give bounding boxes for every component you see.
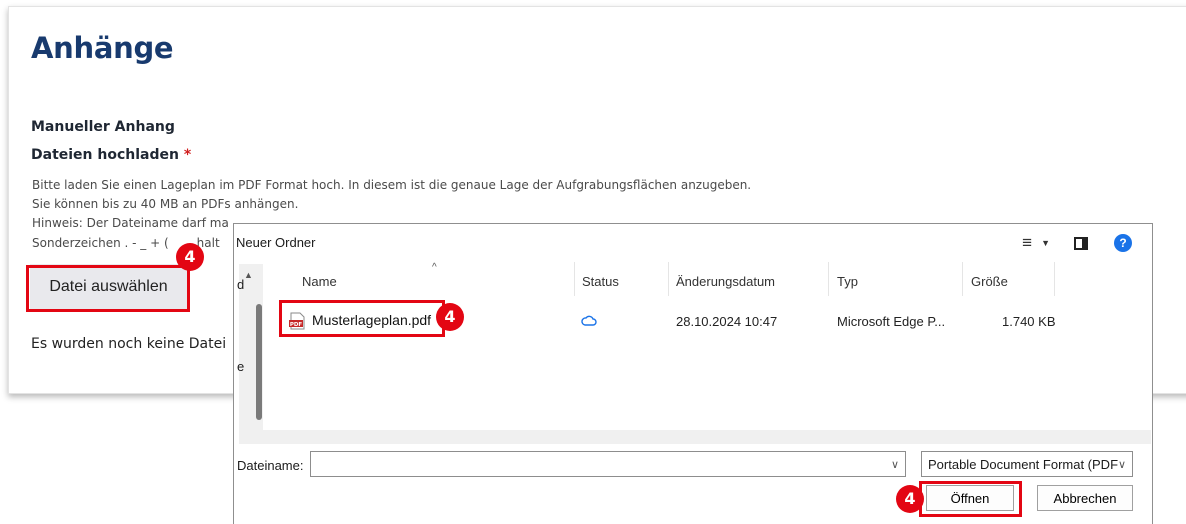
chevron-down-icon[interactable]: ▼ <box>1041 238 1050 248</box>
step-badge: 4 <box>436 303 464 331</box>
pdf-file-icon: PDF <box>289 312 305 330</box>
step-badge: 4 <box>896 485 924 513</box>
file-type-select[interactable]: Portable Document Format (PDF <box>921 451 1133 477</box>
open-button[interactable]: Öffnen <box>926 485 1014 511</box>
sort-ascending-icon: ^ <box>432 262 437 273</box>
column-header-size[interactable]: Größe <box>971 274 1008 289</box>
hint-line-1: Bitte laden Sie einen Lageplan im PDF Fo… <box>32 178 752 192</box>
scroll-up-icon[interactable]: ▲ <box>244 270 253 280</box>
svg-text:PDF: PDF <box>290 322 303 328</box>
chevron-down-icon[interactable]: ∨ <box>891 458 899 471</box>
column-divider[interactable] <box>668 262 669 296</box>
column-divider[interactable] <box>828 262 829 296</box>
filename-input[interactable] <box>310 451 906 477</box>
upload-label-text: Dateien hochladen <box>31 147 179 163</box>
folder-breadcrumb[interactable]: Neuer Ordner <box>236 235 315 250</box>
hint-line-3: Hinweis: Der Dateiname darf ma <box>32 216 229 230</box>
page-title: Anhänge <box>31 31 174 65</box>
choose-file-button[interactable]: Datei auswählen <box>30 264 187 309</box>
column-header-modified[interactable]: Änderungsdatum <box>676 274 775 289</box>
file-name-musterlageplan[interactable]: Musterlageplan.pdf <box>312 312 431 328</box>
column-divider[interactable] <box>962 262 963 296</box>
filename-label: Dateiname: <box>237 458 304 473</box>
upload-label: Dateien hochladen * <box>31 147 191 163</box>
file-type: Microsoft Edge P... <box>837 314 946 329</box>
nav-item-clipped-1[interactable]: d <box>237 277 244 292</box>
step-badge: 4 <box>176 243 204 271</box>
file-modified: 28.10.2024 10:47 <box>676 314 778 329</box>
column-divider[interactable] <box>574 262 575 296</box>
column-divider[interactable] <box>1054 262 1055 296</box>
file-size: 1.740 KB <box>1002 314 1056 329</box>
column-header-status[interactable]: Status <box>582 274 619 289</box>
column-header-type[interactable]: Typ <box>837 274 858 289</box>
horizontal-scrollbar[interactable] <box>239 430 1151 444</box>
dialog-toolbar: ≡ ▼ ? <box>1017 233 1132 253</box>
preview-pane-icon[interactable] <box>1074 236 1088 250</box>
help-icon[interactable]: ? <box>1114 234 1132 252</box>
scroll-thumb[interactable] <box>256 304 262 420</box>
no-files-text: Es wurden noch keine Datei <box>31 336 227 352</box>
hint-line-4-text: Sonderzeichen . - _ + ( <box>32 236 169 250</box>
column-header-name[interactable]: Name <box>302 274 337 289</box>
file-open-dialog: Neuer Ordner ≡ ▼ ? ▲ d e ^ Name Status Ä… <box>233 223 1153 524</box>
chevron-down-icon[interactable]: ∨ <box>1118 458 1126 471</box>
section-label: Manueller Anhang <box>31 119 175 135</box>
view-options-icon[interactable]: ≡ <box>1017 233 1037 253</box>
cloud-icon <box>581 315 597 326</box>
required-marker: * <box>183 147 192 163</box>
cancel-button[interactable]: Abbrechen <box>1037 485 1133 511</box>
hint-line-2: Sie können bis zu 40 MB an PDFs anhängen… <box>32 197 299 211</box>
nav-item-clipped-2[interactable]: e <box>237 359 244 374</box>
